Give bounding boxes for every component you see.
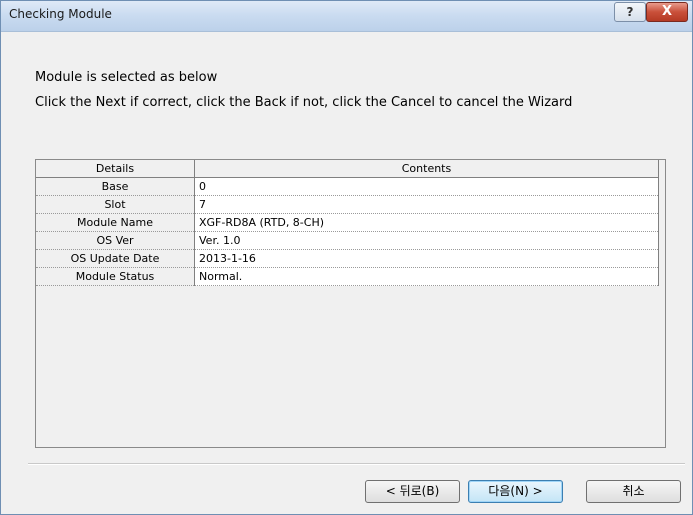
back-button[interactable]: < 뒤로(B) (365, 480, 460, 503)
dialog-body: Module is selected as below Click the Ne… (8, 32, 685, 507)
help-button[interactable]: ? (614, 2, 646, 22)
table-row[interactable]: Base 0 (36, 177, 659, 196)
column-header-contents: Contents (194, 160, 659, 178)
row-value: 7 (194, 195, 659, 214)
cancel-button[interactable]: 취소 (586, 480, 681, 503)
row-value: Normal. (194, 267, 659, 286)
row-label: OS Ver (36, 231, 195, 250)
row-value: Ver. 1.0 (194, 231, 659, 250)
table-row[interactable]: Module Name XGF-RD8A (RTD, 8-CH) (36, 213, 659, 232)
close-icon: X (661, 4, 673, 19)
row-label: OS Update Date (36, 249, 195, 268)
wizard-dialog: Checking Module ? X Module is selected a… (0, 0, 693, 515)
next-button[interactable]: 다음(N) > (468, 480, 563, 503)
row-label: Base (36, 177, 195, 196)
row-label: Module Status (36, 267, 195, 286)
row-value: XGF-RD8A (RTD, 8-CH) (194, 213, 659, 232)
module-details-grid: Details Contents Base 0 Slot 7 Module Na… (35, 159, 666, 448)
table-row[interactable]: Module Status Normal. (36, 267, 659, 286)
row-label: Slot (36, 195, 195, 214)
row-value: 2013-1-16 (194, 249, 659, 268)
table-row[interactable]: OS Ver Ver. 1.0 (36, 231, 659, 250)
title-bar[interactable]: Checking Module ? X (1, 1, 692, 32)
window-title: Checking Module (9, 7, 112, 21)
table-row[interactable]: OS Update Date 2013-1-16 (36, 249, 659, 268)
help-icon: ? (626, 5, 634, 19)
instruction-message: Click the Next if correct, click the Bac… (35, 95, 573, 110)
row-label: Module Name (36, 213, 195, 232)
button-separator (28, 463, 685, 465)
column-header-details: Details (36, 160, 195, 178)
selection-message: Module is selected as below (35, 70, 218, 85)
table-row[interactable]: Slot 7 (36, 195, 659, 214)
row-value: 0 (194, 177, 659, 196)
close-button[interactable]: X (646, 2, 688, 22)
